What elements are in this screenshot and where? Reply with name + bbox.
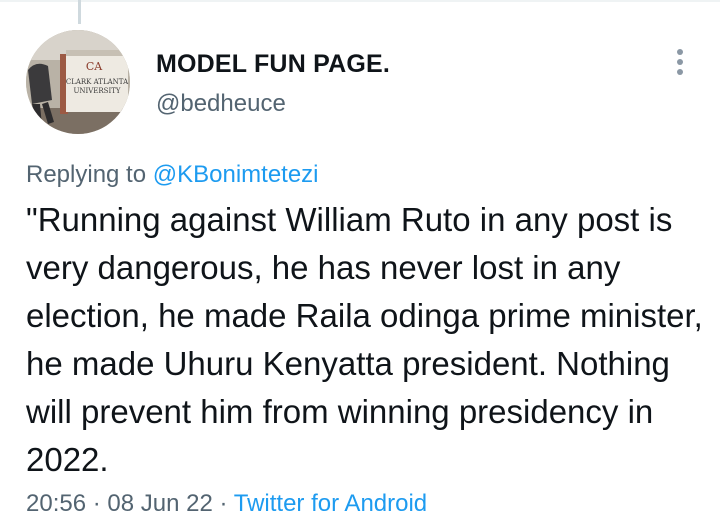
tweet-metadata: 20:56 · 08 Jun 22 · Twitter for Android — [26, 490, 427, 518]
replying-to-mention-link[interactable]: @KBonimtetezi — [153, 161, 319, 188]
replying-to-line: Replying to @KBonimtetezi — [26, 161, 319, 189]
user-handle[interactable]: @bedheuce — [156, 90, 286, 118]
tweet-time[interactable]: 20:56 — [26, 490, 86, 517]
tweet-source-link[interactable]: Twitter for Android — [234, 490, 427, 517]
divider — [0, 0, 720, 2]
avatar-sign-line-2: UNIVERSITY — [73, 87, 120, 95]
replying-to-label: Replying to — [26, 161, 147, 188]
more-vertical-icon[interactable] — [662, 44, 698, 80]
tweet-text: "Running against William Ruto in any pos… — [26, 201, 703, 478]
separator: · — [92, 490, 101, 517]
display-name[interactable]: MODEL FUN PAGE. — [156, 50, 390, 79]
thread-connector-line — [78, 0, 81, 24]
avatar[interactable]: CA CLARK ATLANTA UNIVERSITY — [26, 30, 130, 134]
avatar-sign-line-1: CLARK ATLANTA — [66, 78, 129, 86]
tweet-detail: CA CLARK ATLANTA UNIVERSITY MODEL FUN PA… — [0, 0, 720, 532]
svg-text:CA: CA — [86, 60, 103, 73]
tweet-date[interactable]: 08 Jun 22 — [107, 490, 212, 517]
separator: · — [219, 490, 228, 517]
avatar-photo: CA CLARK ATLANTA UNIVERSITY — [26, 30, 130, 134]
